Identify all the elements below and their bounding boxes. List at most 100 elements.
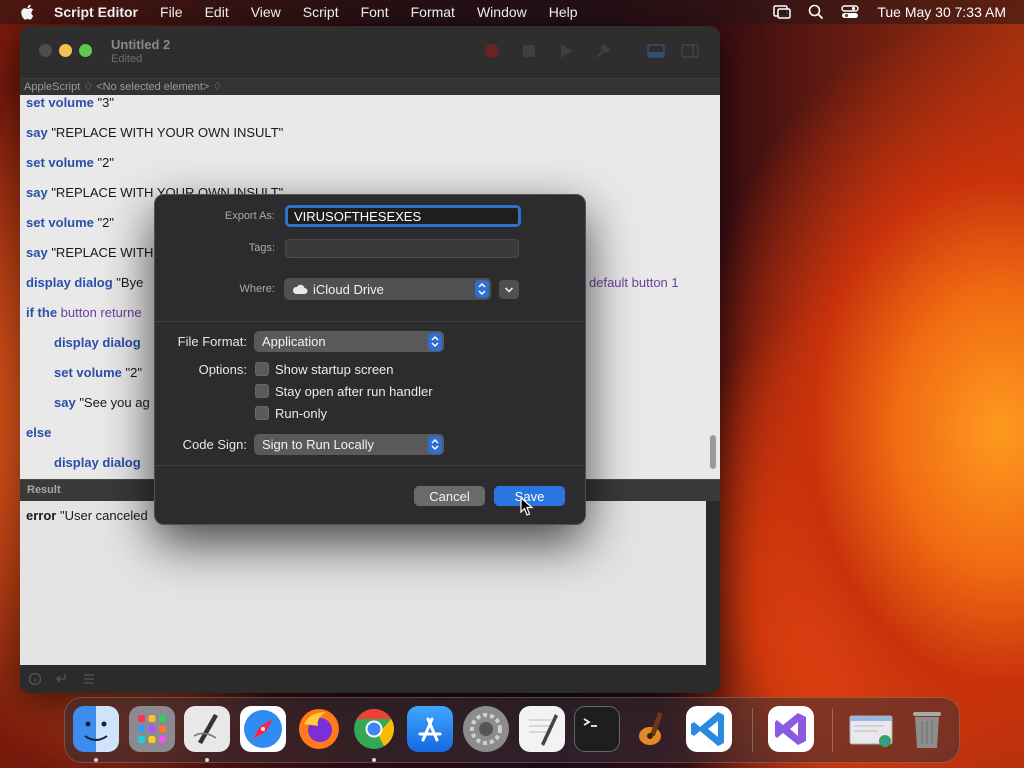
checkbox-label: Show startup screen bbox=[275, 361, 394, 377]
info-icon[interactable] bbox=[28, 672, 42, 686]
where-label: Where: bbox=[239, 283, 275, 295]
menubar-clock[interactable]: Tue May 30 7:33 AM bbox=[877, 4, 1006, 20]
dock-launchpad-icon[interactable] bbox=[129, 706, 175, 752]
result-text: error "User canceled bbox=[26, 508, 148, 523]
run-icon[interactable] bbox=[557, 42, 575, 60]
show-sidebar-icon[interactable] bbox=[681, 42, 699, 60]
dock-textedit-icon[interactable] bbox=[519, 706, 565, 752]
dock-app-store-icon[interactable] bbox=[407, 706, 453, 752]
zoom-window-button[interactable] bbox=[79, 44, 92, 57]
tags-input[interactable] bbox=[285, 239, 519, 258]
cloud-icon bbox=[292, 284, 308, 294]
code-line: set volume "2" bbox=[26, 155, 114, 170]
mouse-pointer-icon bbox=[520, 497, 534, 516]
dock-safari-icon[interactable] bbox=[240, 706, 286, 752]
stay-open-checkbox[interactable] bbox=[255, 384, 269, 398]
where-stepper bbox=[475, 280, 489, 298]
record-icon[interactable] bbox=[483, 42, 501, 60]
window-subtitle: Edited bbox=[111, 53, 143, 65]
dock-terminal-icon[interactable] bbox=[574, 706, 620, 752]
dialog-divider bbox=[155, 321, 585, 322]
script-menu[interactable]: Script bbox=[303, 4, 339, 20]
export-as-input[interactable] bbox=[285, 205, 521, 227]
dock-vscode-icon[interactable] bbox=[686, 706, 732, 752]
code-line: display dialog bbox=[54, 455, 141, 470]
font-menu[interactable]: Font bbox=[361, 4, 389, 20]
dock-chrome-icon[interactable] bbox=[351, 706, 397, 752]
apple-menu-icon[interactable] bbox=[18, 2, 38, 22]
compile-icon[interactable] bbox=[594, 42, 612, 60]
title-bar: Untitled 2 Edited bbox=[20, 26, 720, 78]
navigation-bar[interactable]: AppleScript ♢ <No selected element> ♢ bbox=[20, 78, 720, 95]
export-dialog: Export As: Tags: Where: iCloud Drive Fil… bbox=[154, 194, 586, 525]
show-startup-screen-option[interactable]: Show startup screen bbox=[255, 361, 394, 377]
edit-menu[interactable]: Edit bbox=[205, 4, 229, 20]
close-window-button[interactable] bbox=[39, 44, 52, 57]
file-format-label: File Format: bbox=[177, 334, 247, 349]
file-menu[interactable]: File bbox=[160, 4, 183, 20]
running-indicator bbox=[205, 758, 209, 762]
return-icon[interactable] bbox=[54, 672, 68, 686]
show-log-icon[interactable] bbox=[647, 42, 665, 60]
running-indicator bbox=[372, 758, 376, 762]
up-down-chevron-icon bbox=[431, 335, 439, 348]
dock-finder-icon[interactable] bbox=[73, 706, 119, 752]
run-only-option[interactable]: Run-only bbox=[255, 405, 327, 421]
code-sign-popup[interactable]: Sign to Run Locally bbox=[254, 434, 444, 455]
stay-open-option[interactable]: Stay open after run handler bbox=[255, 383, 433, 399]
code-line-tail: default button 1 bbox=[589, 275, 679, 290]
where-value: iCloud Drive bbox=[313, 281, 384, 297]
code-line: set volume "2" bbox=[54, 365, 142, 380]
dock-separator bbox=[832, 708, 833, 752]
dock-visual-studio-icon[interactable] bbox=[768, 706, 814, 752]
code-line: else bbox=[26, 425, 52, 440]
format-menu[interactable]: Format bbox=[411, 4, 455, 20]
options-label: Options: bbox=[198, 362, 247, 377]
checkbox-label: Run-only bbox=[275, 405, 328, 421]
screen-mirroring-icon[interactable] bbox=[773, 4, 792, 20]
tags-label: Tags: bbox=[248, 242, 275, 254]
dock-system-settings-icon[interactable] bbox=[463, 706, 509, 752]
code-sign-value: Sign to Run Locally bbox=[262, 437, 375, 452]
where-popup[interactable]: iCloud Drive bbox=[284, 278, 491, 300]
spotlight-search-icon[interactable] bbox=[807, 4, 825, 20]
export-as-label: Export As: bbox=[224, 210, 275, 222]
app-menu[interactable]: Script Editor bbox=[54, 4, 138, 20]
code-sign-stepper bbox=[428, 436, 442, 454]
code-line: display dialog "Bye bbox=[26, 275, 144, 290]
chevron-down-icon bbox=[504, 287, 514, 293]
code-line: say "REPLACE WITH YOUR OWN INSULT" bbox=[26, 125, 284, 140]
control-center-icon[interactable] bbox=[841, 4, 860, 20]
dock-separator bbox=[752, 708, 753, 752]
help-menu[interactable]: Help bbox=[549, 4, 578, 20]
result-pane[interactable]: error "User canceled bbox=[20, 501, 706, 665]
file-format-popup[interactable]: Application bbox=[254, 331, 444, 352]
run-only-checkbox[interactable] bbox=[255, 406, 269, 420]
up-down-chevron-icon bbox=[478, 282, 486, 296]
expand-dialog-button[interactable] bbox=[499, 280, 519, 299]
code-line: display dialog bbox=[54, 335, 141, 350]
show-startup-screen-checkbox[interactable] bbox=[255, 362, 269, 376]
running-indicator bbox=[94, 758, 98, 762]
code-line: set volume "3" bbox=[26, 95, 114, 110]
file-format-value: Application bbox=[262, 334, 326, 349]
file-format-stepper bbox=[428, 333, 442, 351]
code-line: say "REPLACE WITH bbox=[26, 245, 154, 260]
editor-scrollbar[interactable] bbox=[710, 435, 716, 469]
minimize-window-button[interactable] bbox=[59, 44, 72, 57]
view-menu[interactable]: View bbox=[251, 4, 281, 20]
dialog-divider bbox=[155, 465, 585, 466]
code-sign-label: Code Sign: bbox=[182, 437, 247, 452]
dock-preview-window-icon[interactable] bbox=[848, 706, 894, 752]
dock-garageband-icon[interactable] bbox=[630, 706, 676, 752]
stop-icon[interactable] bbox=[520, 42, 538, 60]
code-line: set volume "2" bbox=[26, 215, 114, 230]
cancel-button[interactable]: Cancel bbox=[414, 486, 485, 506]
dock-firefox-icon[interactable] bbox=[296, 706, 342, 752]
dock-script-editor-icon[interactable] bbox=[184, 706, 230, 752]
window-menu[interactable]: Window bbox=[477, 4, 527, 20]
dock-trash-icon[interactable] bbox=[904, 706, 950, 752]
list-icon[interactable] bbox=[82, 672, 96, 686]
checkbox-label: Stay open after run handler bbox=[275, 383, 433, 399]
up-down-chevron-icon bbox=[431, 438, 439, 451]
